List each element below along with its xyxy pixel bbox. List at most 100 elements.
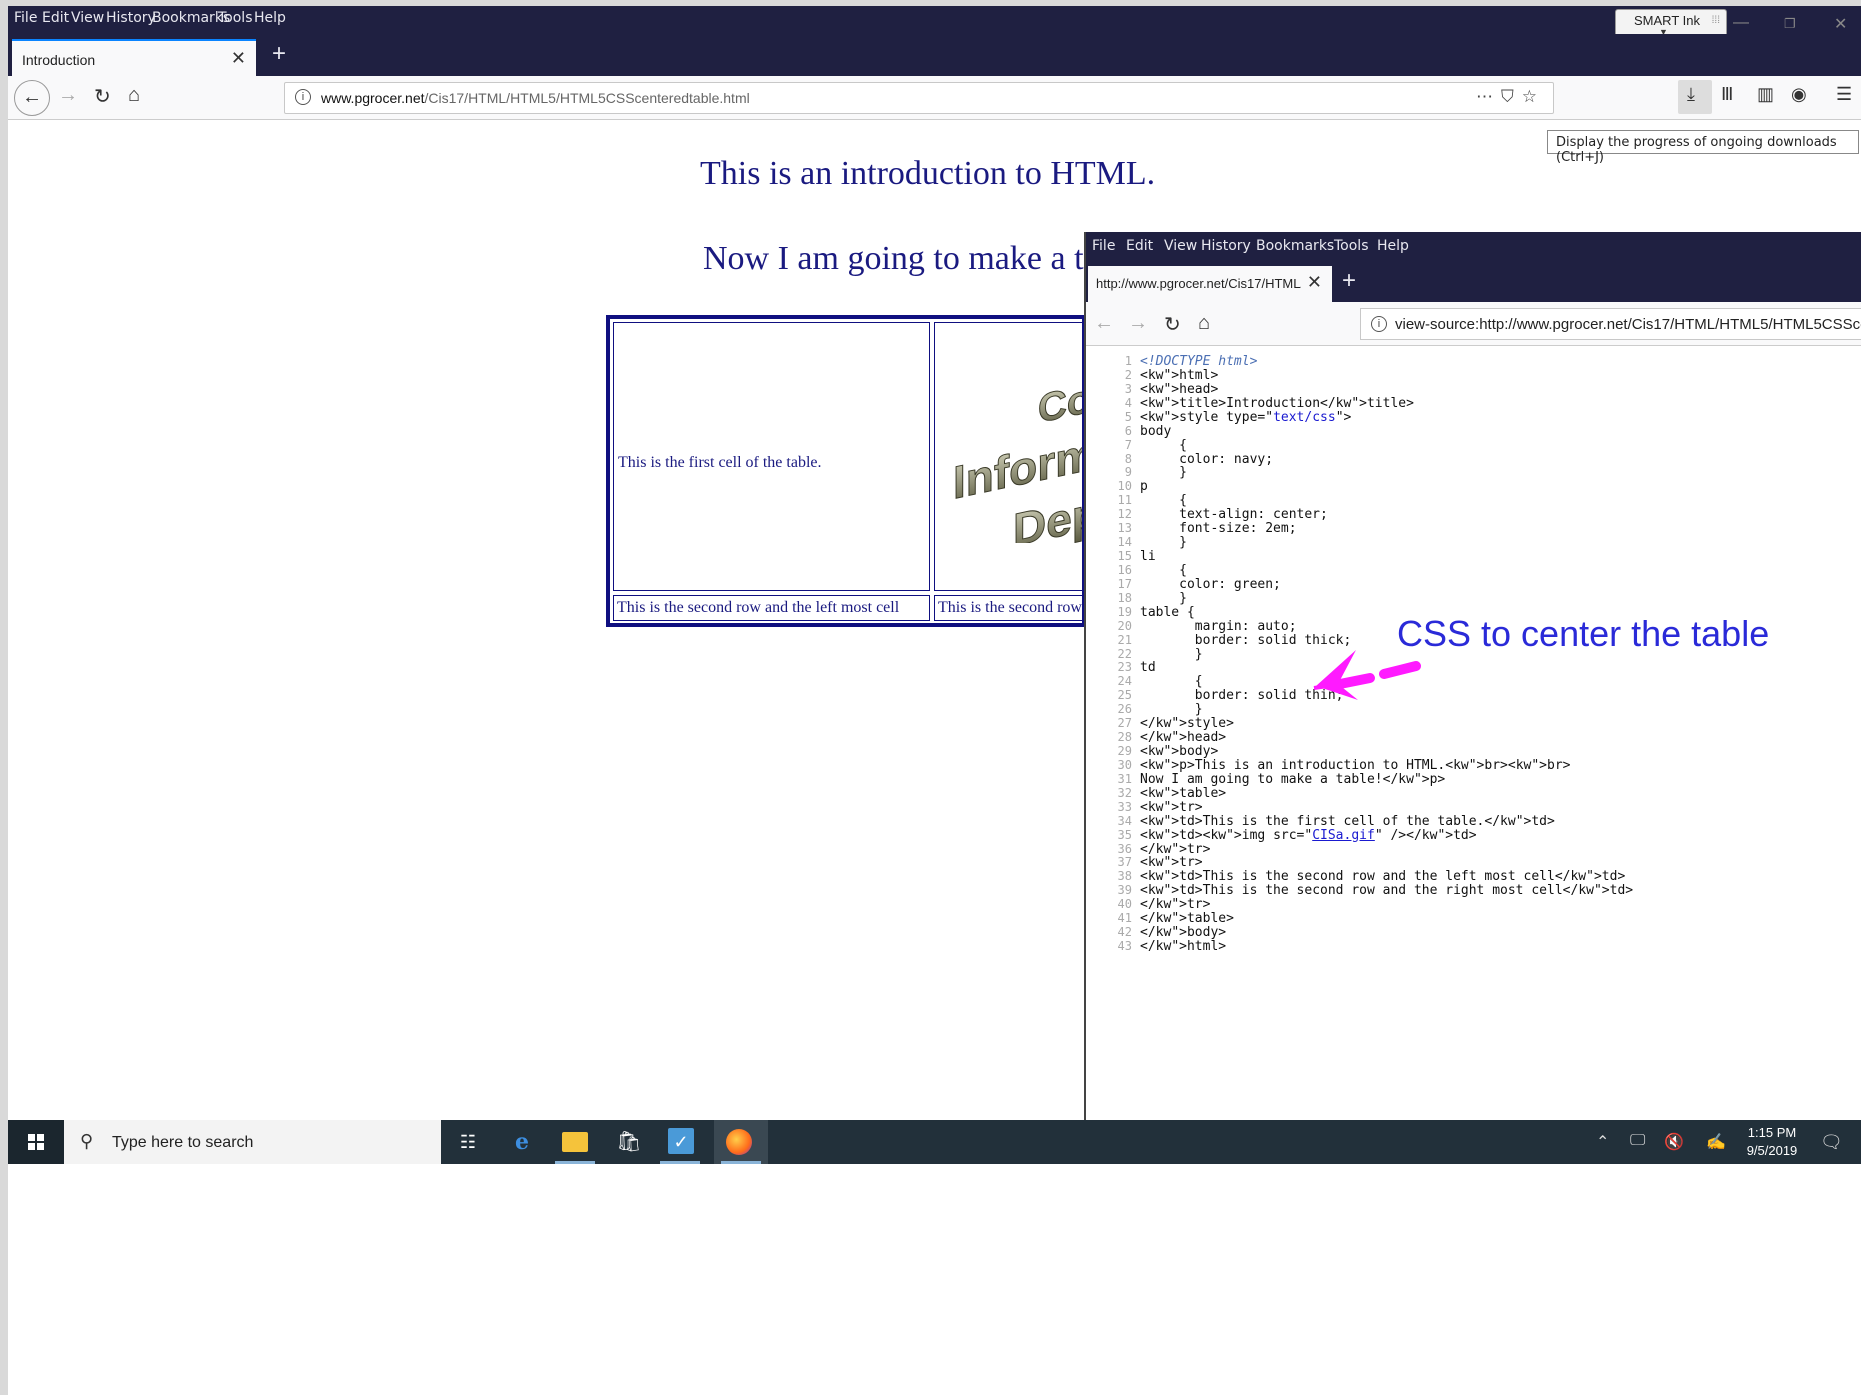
code-text: <kw">p>This is an introduction to HTML.<… <box>1140 757 1571 773</box>
line-number: 22 <box>1117 646 1132 661</box>
line-number: 8 <box>1124 451 1132 466</box>
menu-bookmarks[interactable]: Bookmarks <box>1256 238 1334 254</box>
chevron-up-icon[interactable]: ⌃ <box>1596 1132 1609 1152</box>
account-icon[interactable]: ◉ <box>1791 84 1807 105</box>
taskbar-search-box[interactable]: ⚲ Type here to search <box>64 1120 441 1164</box>
download-icon[interactable]: ⤓ <box>1687 84 1695 105</box>
code-text: <kw">head> <box>1140 381 1219 397</box>
menu-file[interactable]: File <box>14 10 37 26</box>
line-number: 30 <box>1117 757 1132 772</box>
menu-file[interactable]: File <box>1092 238 1115 254</box>
code-text: <kw">td>This is the second row and the r… <box>1140 883 1634 899</box>
forward-icon[interactable]: → <box>58 84 78 107</box>
code-text: <kw">html> <box>1140 367 1219 383</box>
line-number: 6 <box>1124 423 1132 438</box>
main-menubar: File Edit View History Bookmarks Tools H… <box>8 6 1861 37</box>
menu-tools[interactable]: Tools <box>218 10 253 26</box>
close-tab-icon[interactable]: ✕ <box>1307 272 1322 293</box>
line-number: 35 <box>1117 827 1132 842</box>
firefox-icon[interactable] <box>726 1129 752 1155</box>
code-text: </kw">body> <box>1140 925 1227 941</box>
store-icon[interactable]: 🛍 <box>615 1128 643 1156</box>
volume-muted-icon[interactable]: 🔇 <box>1664 1132 1684 1152</box>
line-number: 34 <box>1117 813 1132 828</box>
line-number: 2 <box>1124 367 1132 382</box>
svg-text:Com: Com <box>1038 367 1086 431</box>
code-text: } <box>1140 535 1187 551</box>
reload-icon[interactable]: ↻ <box>94 84 111 109</box>
line-number: 21 <box>1117 632 1132 647</box>
page-actions-icon[interactable]: ⋯ <box>1476 87 1501 106</box>
code-text: margin: auto; <box>1140 618 1297 634</box>
address-url: www.pgrocer.net/Cis17/HTML/HTML5/HTML5CS… <box>321 90 750 106</box>
code-text: body <box>1140 423 1172 439</box>
code-text: p <box>1140 479 1148 495</box>
new-tab-icon[interactable]: + <box>272 40 286 68</box>
file-explorer-icon[interactable] <box>562 1132 588 1152</box>
menu-history[interactable]: History <box>106 10 156 26</box>
home-icon[interactable]: ⌂ <box>1198 312 1210 335</box>
site-info-icon[interactable]: i <box>1371 316 1387 332</box>
menu-help[interactable]: Help <box>1377 238 1409 254</box>
network-icon[interactable]: 🖵 <box>1630 1132 1645 1150</box>
pocket-icon[interactable]: ⛉ <box>1501 87 1522 106</box>
line-number: 7 <box>1124 437 1132 452</box>
line-number: 4 <box>1124 395 1132 410</box>
tab-view-source[interactable]: http://www.pgrocer.net/Cis17/HTML/HTML5/… <box>1088 266 1332 302</box>
notifications-icon[interactable]: 🗨 <box>1820 1132 1843 1153</box>
downloads-button[interactable] <box>1678 80 1712 114</box>
smart-ink-button[interactable]: SMART Ink ▼ ⁞⁞⁞ <box>1615 9 1727 37</box>
close-window-icon[interactable]: ✕ <box>1834 14 1847 34</box>
library-icon[interactable]: Ⅲ <box>1721 84 1733 105</box>
site-info-icon[interactable]: i <box>295 89 311 105</box>
menu-tools[interactable]: Tools <box>1334 238 1369 254</box>
menu-help[interactable]: Help <box>254 10 286 26</box>
running-indicator <box>721 1161 761 1164</box>
start-button[interactable] <box>8 1120 64 1164</box>
code-text: color: green; <box>1140 576 1281 592</box>
notepad-icon[interactable]: ✓ <box>668 1128 694 1154</box>
taskbar-clock[interactable]: 1:15 PM 9/5/2019 <box>1736 1124 1808 1160</box>
tab-introduction[interactable]: Introduction ✕ <box>12 39 256 76</box>
line-number: 28 <box>1117 730 1132 745</box>
cell-text: This is the second row and the left most… <box>617 599 900 616</box>
line-number: 42 <box>1117 925 1132 940</box>
menu-edit[interactable]: Edit <box>1126 238 1153 254</box>
line-number: 19 <box>1117 604 1132 619</box>
table-cell: This is the first cell of the table. <box>613 322 930 591</box>
taskbar: ⚲ Type here to search ☷ e 🛍 ✓ ⌃ 🖵 🔇 ✍ 1:… <box>8 1120 1861 1164</box>
source-menubar: File Edit View History Bookmarks Tools H… <box>1086 232 1861 262</box>
code-text: <kw">tr> <box>1140 855 1203 871</box>
cell-text: This is the second row and the right mos… <box>938 599 1082 616</box>
back-icon[interactable]: ← <box>14 80 50 116</box>
back-icon[interactable]: ← <box>1094 312 1114 335</box>
home-icon[interactable]: ⌂ <box>128 84 140 107</box>
forward-icon[interactable]: → <box>1128 312 1148 335</box>
source-address-bar[interactable]: i view-source:http://www.pgrocer.net/Cis… <box>1360 308 1861 340</box>
restore-icon[interactable]: ❐ <box>1784 16 1796 32</box>
reload-icon[interactable]: ↻ <box>1164 312 1181 337</box>
task-view-icon[interactable]: ☷ <box>454 1128 482 1156</box>
menu-edit[interactable]: Edit <box>42 10 69 26</box>
close-tab-icon[interactable]: ✕ <box>231 48 246 69</box>
new-tab-icon[interactable]: + <box>1342 267 1356 295</box>
edge-icon[interactable]: e <box>508 1128 536 1156</box>
menu-view[interactable]: View <box>71 10 104 26</box>
line-number: 38 <box>1117 869 1132 884</box>
line-number: 27 <box>1117 716 1132 731</box>
hamburger-menu-icon[interactable]: ☰ <box>1836 84 1852 105</box>
code-text: li <box>1140 549 1156 565</box>
menu-history[interactable]: History <box>1201 238 1251 254</box>
windows-logo-icon <box>28 1134 44 1150</box>
pen-icon[interactable]: ✍ <box>1706 1132 1726 1152</box>
main-tabbar: Introduction ✕ + <box>8 34 1861 76</box>
bookmark-star-icon[interactable]: ☆ <box>1522 87 1545 106</box>
line-number: 32 <box>1117 785 1132 800</box>
line-number: 36 <box>1117 841 1132 856</box>
minimize-icon[interactable]: — <box>1733 14 1749 32</box>
line-number: 26 <box>1117 702 1132 717</box>
address-bar[interactable]: i www.pgrocer.net/Cis17/HTML/HTML5/HTML5… <box>284 82 1554 114</box>
line-number: 37 <box>1117 855 1132 870</box>
sidebar-icon[interactable]: ▥ <box>1757 84 1774 105</box>
menu-view[interactable]: View <box>1164 238 1197 254</box>
